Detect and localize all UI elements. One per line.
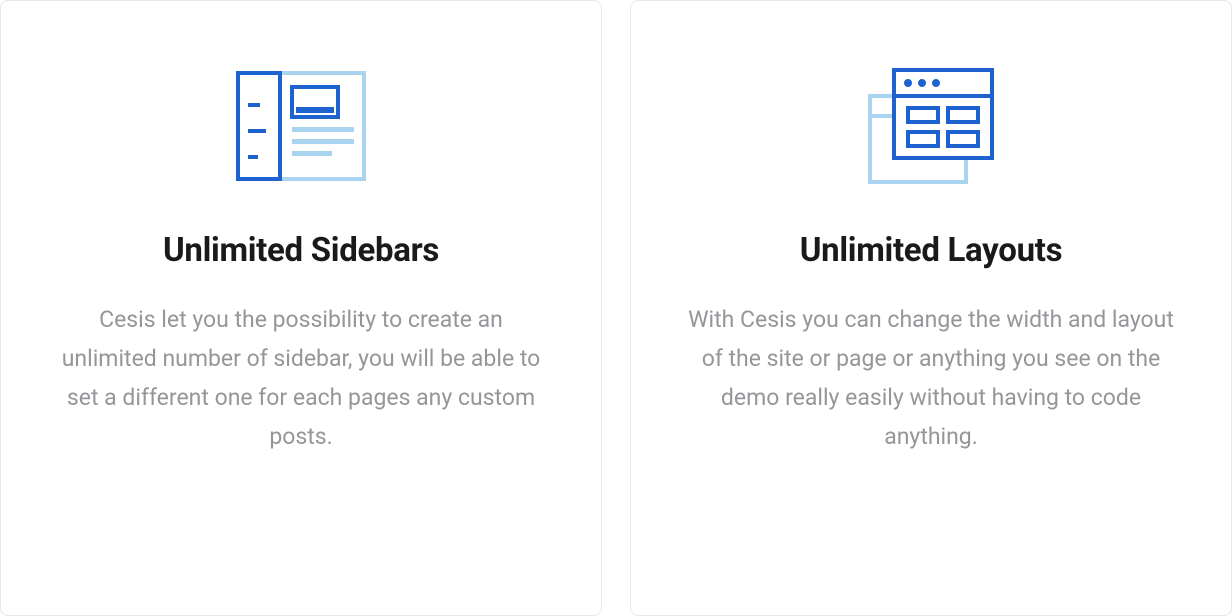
card-description: With Cesis you can change the width and …	[681, 300, 1181, 456]
feature-card-sidebars: Unlimited Sidebars Cesis let you the pos…	[0, 0, 602, 616]
sidebar-layout-icon	[236, 61, 366, 191]
feature-card-layouts: Unlimited Layouts With Cesis you can cha…	[630, 0, 1232, 616]
card-description: Cesis let you the possibility to create …	[51, 300, 551, 456]
card-title: Unlimited Layouts	[800, 231, 1063, 270]
card-title: Unlimited Sidebars	[163, 231, 439, 270]
stacked-windows-icon	[866, 61, 996, 191]
